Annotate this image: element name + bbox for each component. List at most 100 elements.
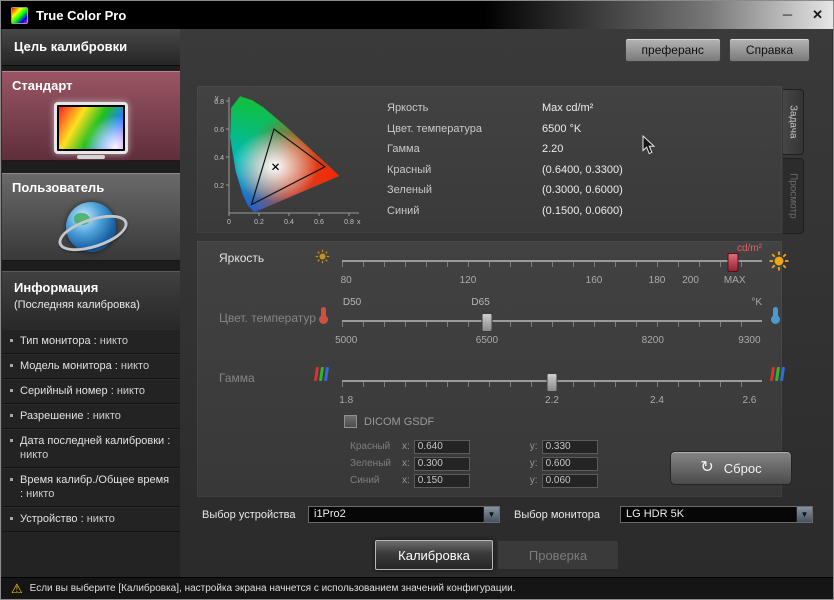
gamma-label: Гамма bbox=[219, 371, 255, 385]
gamma-slider[interactable] bbox=[342, 377, 762, 389]
row-value: (0.1500, 0.0600) bbox=[542, 205, 623, 217]
tick-label: 120 bbox=[460, 275, 477, 286]
reset-button[interactable]: ↻ Сброс bbox=[670, 451, 792, 485]
svg-text:0.2: 0.2 bbox=[254, 219, 264, 226]
dicom-checkbox[interactable] bbox=[344, 415, 357, 428]
green-y-field[interactable] bbox=[542, 457, 598, 471]
monitor-icon bbox=[54, 102, 128, 154]
close-button[interactable]: ✕ bbox=[812, 1, 823, 29]
device-select-value: i1Pro2 bbox=[309, 507, 483, 522]
x-axis-label: x: bbox=[402, 458, 410, 469]
calibrate-button[interactable]: Калибровка bbox=[375, 540, 493, 570]
gamma-handle[interactable] bbox=[547, 373, 558, 392]
info-label: Серийный номер : bbox=[20, 385, 114, 397]
table-row: Зеленый(0.3000, 0.6000) bbox=[387, 180, 767, 201]
user-label: Пользователь bbox=[2, 174, 180, 195]
temperature-slider[interactable] bbox=[342, 317, 762, 329]
svg-text:0.8: 0.8 bbox=[214, 99, 224, 106]
info-value: никто bbox=[26, 488, 54, 500]
dicom-label: DICOM GSDF bbox=[364, 416, 434, 428]
preference-button[interactable]: преферанс bbox=[625, 38, 721, 62]
svg-text:0.4: 0.4 bbox=[214, 155, 224, 162]
table-row: Синий(0.1500, 0.0600) bbox=[387, 201, 767, 222]
info-value: никто bbox=[100, 335, 128, 347]
info-label: Разрешение : bbox=[20, 410, 90, 422]
list-item: Дата последней калибровки : никто bbox=[2, 429, 180, 468]
warning-icon: ⚠ bbox=[11, 582, 23, 595]
brightness-scale: 80 120 160 180 200 MAX bbox=[342, 275, 762, 289]
row-label: Зеленый bbox=[387, 184, 542, 196]
monitor-select[interactable]: LG HDR 5K ▼ bbox=[620, 506, 813, 523]
tick-label: 2.4 bbox=[650, 395, 664, 406]
row-value: 6500 °K bbox=[542, 123, 581, 135]
brightness-track-line bbox=[342, 260, 762, 262]
sidebar: Цель калибровки Стандарт Пользователь Ин… bbox=[2, 29, 180, 577]
info-label: Устройство : bbox=[20, 513, 84, 525]
sidebar-item-standard[interactable]: Стандарт bbox=[2, 71, 180, 161]
brightness-slider[interactable] bbox=[342, 257, 762, 269]
tick-label: 2.6 bbox=[742, 395, 756, 406]
coord-label-green: Зеленый bbox=[350, 458, 402, 469]
blue-y-field[interactable] bbox=[542, 474, 598, 488]
svg-text:0.8: 0.8 bbox=[344, 219, 354, 226]
device-select[interactable]: i1Pro2 ▼ bbox=[308, 506, 500, 523]
chevron-down-icon[interactable]: ▼ bbox=[483, 507, 499, 522]
help-button[interactable]: Справка bbox=[729, 38, 810, 62]
main-area: преферанс Справка bbox=[180, 29, 832, 577]
x-axis-label: x: bbox=[402, 441, 410, 452]
info-value: никто bbox=[117, 385, 145, 397]
device-select-label: Выбор устройства bbox=[202, 509, 296, 521]
row-label: Гамма bbox=[387, 143, 542, 155]
monitor-select-label: Выбор монитора bbox=[514, 509, 600, 521]
info-value: никто bbox=[93, 410, 121, 422]
cie-chromaticity-diagram: y 0.8 0.6 0.4 0.2 0 0.2 0.4 0.6 0.8 x bbox=[207, 91, 372, 228]
rgb-curves-icon bbox=[315, 367, 328, 381]
target-values-table: ЯркостьMax cd/m² Цвет. температура6500 °… bbox=[387, 98, 767, 221]
monitor-select-value: LG HDR 5K bbox=[621, 507, 796, 522]
brightness-handle[interactable] bbox=[727, 253, 738, 272]
table-row: Красный(0.6400, 0.3300) bbox=[387, 160, 767, 181]
minimize-button[interactable]: ─ bbox=[783, 1, 792, 29]
svg-text:0.4: 0.4 bbox=[284, 219, 294, 226]
verify-button[interactable]: Проверка bbox=[497, 540, 619, 570]
tick-label: 8200 bbox=[642, 335, 664, 346]
list-item: Разрешение : никто bbox=[2, 404, 180, 429]
table-row: Гамма2.20 bbox=[387, 139, 767, 160]
app-window: True Color Pro ─ ✕ Цель калибровки Станд… bbox=[0, 0, 834, 600]
row-value: 2.20 bbox=[542, 143, 563, 155]
red-y-field[interactable] bbox=[542, 440, 598, 454]
tab-task[interactable]: Задача bbox=[783, 89, 804, 155]
list-item: Время калибр./Общее время : никто bbox=[2, 468, 180, 507]
info-subtitle: (Последняя калибровка) bbox=[2, 295, 180, 311]
last-calibration-info-list: Тип монитора : никто Модель монитора : н… bbox=[2, 329, 180, 577]
preset-d50-label: D50 bbox=[343, 297, 361, 308]
table-row: Цвет. температура6500 °K bbox=[387, 119, 767, 140]
thermometer-cool-icon bbox=[773, 307, 778, 318]
coord-label-blue: Синий bbox=[350, 475, 402, 486]
temperature-handle[interactable] bbox=[481, 313, 492, 332]
table-row: ЯркостьMax cd/m² bbox=[387, 98, 767, 119]
blue-x-field[interactable] bbox=[414, 474, 470, 488]
target-panel: y 0.8 0.6 0.4 0.2 0 0.2 0.4 0.6 0.8 x Яр… bbox=[197, 86, 782, 233]
row-label: Яркость bbox=[387, 102, 542, 114]
tick-label: MAX bbox=[724, 275, 746, 286]
statusbar: ⚠ Если вы выберите [Калибровка], настрой… bbox=[1, 577, 833, 599]
thermometer-warm-icon bbox=[321, 307, 326, 318]
chevron-down-icon[interactable]: ▼ bbox=[796, 507, 812, 522]
brightness-label: Яркость bbox=[219, 251, 264, 265]
svg-text:0.6: 0.6 bbox=[314, 219, 324, 226]
info-title: Информация bbox=[2, 272, 180, 295]
sidebar-item-user[interactable]: Пользователь bbox=[2, 173, 180, 261]
red-x-field[interactable] bbox=[414, 440, 470, 454]
row-label: Синий bbox=[387, 205, 542, 217]
reset-label: Сброс bbox=[724, 461, 762, 476]
gamma-scale: 1.8 2.2 2.4 2.6 bbox=[342, 395, 762, 409]
green-x-field[interactable] bbox=[414, 457, 470, 471]
tick-label: 2.2 bbox=[545, 395, 559, 406]
tab-preview[interactable]: Просмотр bbox=[783, 158, 804, 234]
temperature-unit: °K bbox=[697, 297, 762, 308]
preset-d65-label: D65 bbox=[471, 297, 489, 308]
x-axis-label: x: bbox=[402, 475, 410, 486]
sliders-panel: Яркость cd/m² bbox=[197, 241, 782, 497]
info-label: Модель монитора : bbox=[20, 360, 118, 372]
